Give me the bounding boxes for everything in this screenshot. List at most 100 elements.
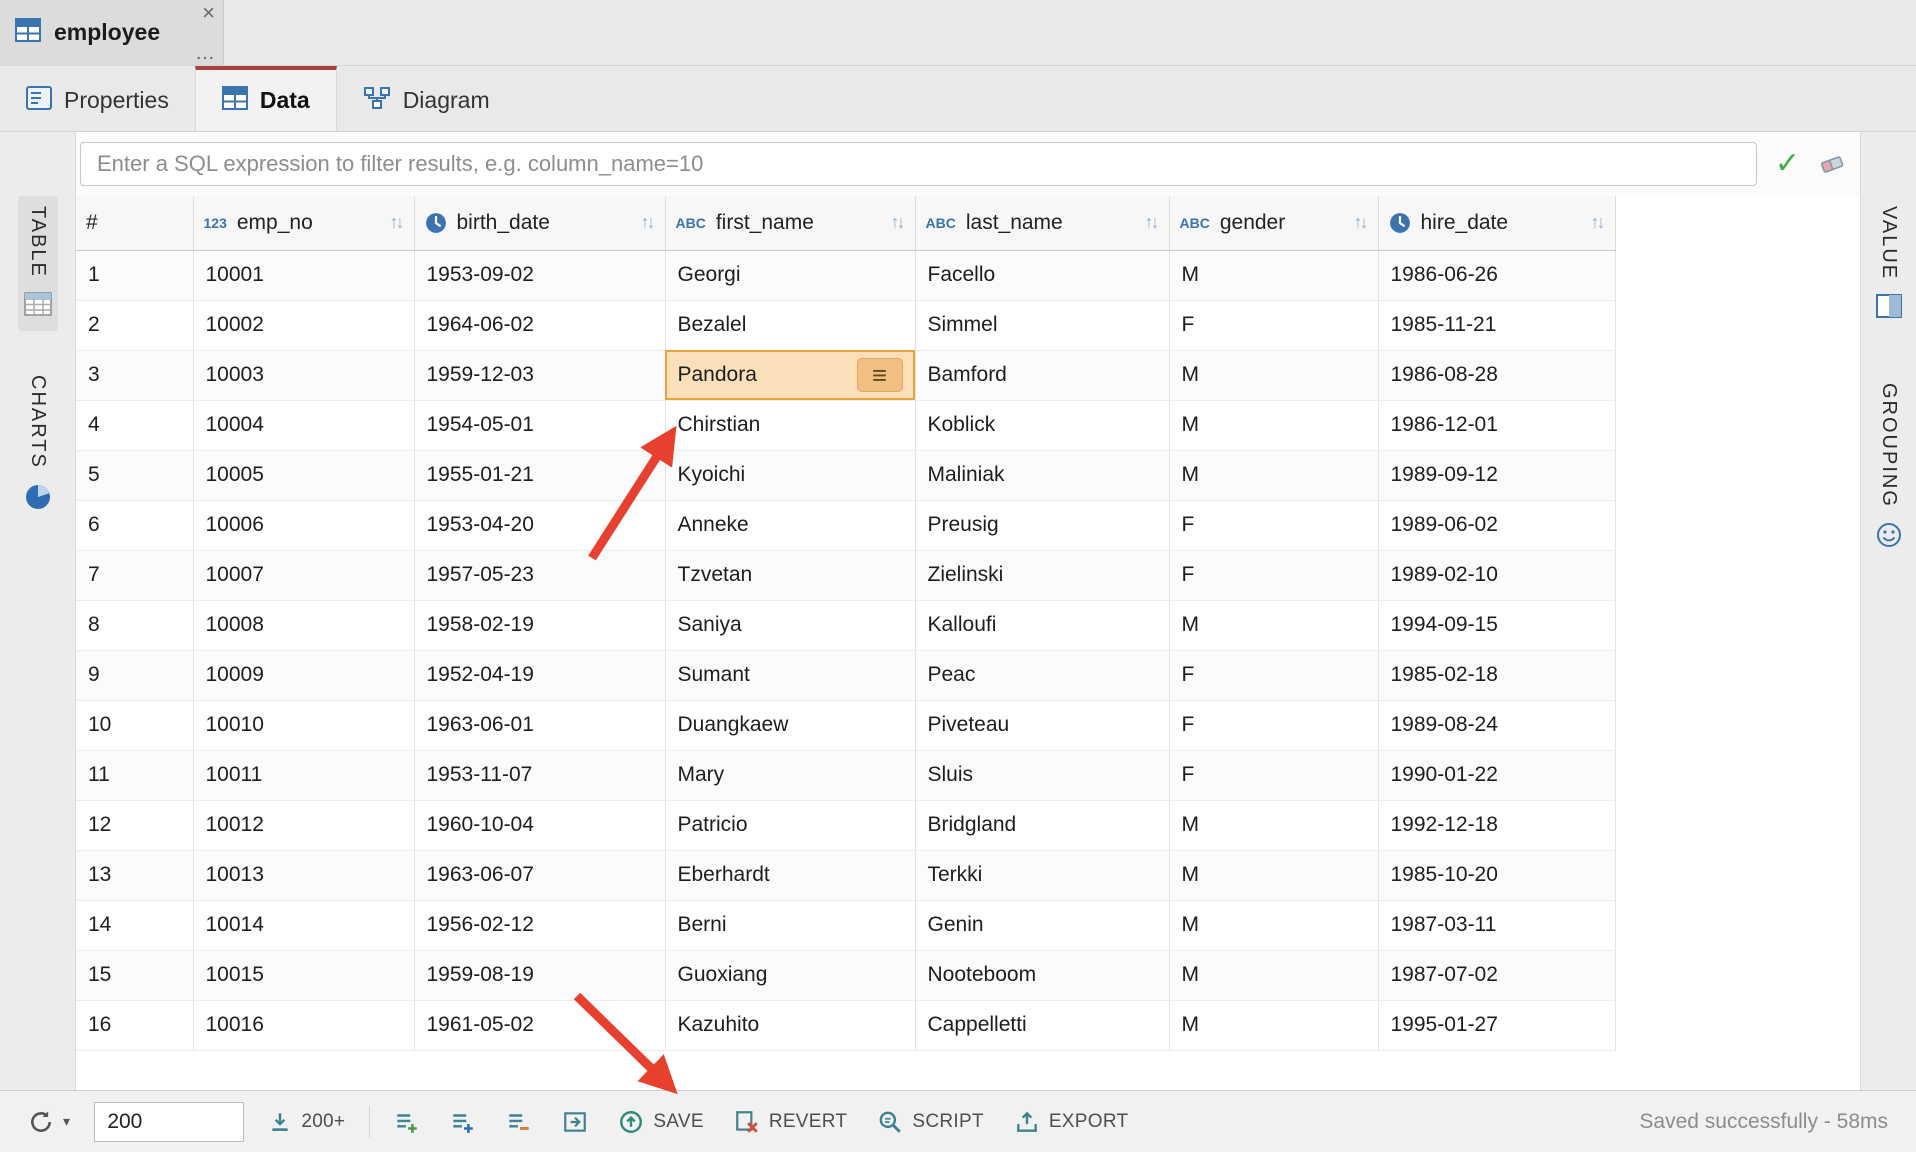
clear-filter-eraser-icon[interactable] [1818, 152, 1846, 176]
revert-button[interactable]: REVERT [728, 1105, 854, 1139]
table-cell[interactable]: Peac [915, 650, 1169, 700]
row-number-cell[interactable]: 5 [76, 450, 193, 500]
table-cell[interactable]: M [1169, 1000, 1378, 1050]
panel-tab-charts[interactable]: CHARTS [18, 365, 58, 526]
table-cell[interactable]: M [1169, 450, 1378, 500]
row-number-cell[interactable]: 2 [76, 300, 193, 350]
table-cell[interactable]: Maliniak [915, 450, 1169, 500]
table-cell[interactable]: Simmel [915, 300, 1169, 350]
table-cell[interactable]: Facello [915, 250, 1169, 300]
table-cell[interactable]: F [1169, 500, 1378, 550]
table-cell[interactable]: 1958-02-19 [414, 600, 665, 650]
refresh-dropdown-button[interactable]: ▾ [22, 1105, 76, 1139]
table-cell[interactable]: 1956-02-12 [414, 900, 665, 950]
fetch-size-input[interactable] [94, 1102, 244, 1142]
table-cell[interactable]: 1987-07-02 [1378, 950, 1615, 1000]
table-cell[interactable]: 10002 [193, 300, 414, 350]
table-cell[interactable]: 10014 [193, 900, 414, 950]
table-cell[interactable]: M [1169, 850, 1378, 900]
panel-tab-grouping[interactable]: GROUPING [1870, 373, 1908, 563]
table-cell[interactable]: 1986-06-26 [1378, 250, 1615, 300]
table-cell[interactable]: F [1169, 700, 1378, 750]
row-number-cell[interactable]: 16 [76, 1000, 193, 1050]
table-cell[interactable]: Duangkaew [665, 700, 915, 750]
table-cell[interactable]: Zielinski [915, 550, 1169, 600]
table-cell[interactable]: 10004 [193, 400, 414, 450]
row-number-cell[interactable]: 11 [76, 750, 193, 800]
column-header-rownum[interactable]: # [76, 196, 193, 250]
sort-icon[interactable]: ↑↓ [1354, 212, 1368, 233]
sort-icon[interactable]: ↑↓ [1591, 212, 1605, 233]
table-cell[interactable]: 10007 [193, 550, 414, 600]
column-header-gender[interactable]: ABCgender↑↓ [1169, 196, 1378, 250]
table-cell[interactable]: M [1169, 900, 1378, 950]
row-number-cell[interactable]: 6 [76, 500, 193, 550]
delete-row-button[interactable] [500, 1106, 538, 1138]
table-cell[interactable]: 1995-01-27 [1378, 1000, 1615, 1050]
table-cell[interactable]: 1989-09-12 [1378, 450, 1615, 500]
table-cell[interactable]: 10001 [193, 250, 414, 300]
table-cell[interactable]: Kalloufi [915, 600, 1169, 650]
script-button[interactable]: SCRIPT [871, 1105, 989, 1139]
table-cell[interactable]: Sluis [915, 750, 1169, 800]
table-cell[interactable]: 1992-12-18 [1378, 800, 1615, 850]
table-cell[interactable]: Tzvetan [665, 550, 915, 600]
column-header-emp_no[interactable]: 123emp_no↑↓ [193, 196, 414, 250]
table-cell[interactable]: 1957-05-23 [414, 550, 665, 600]
tab-overflow-icon[interactable]: … [195, 43, 215, 63]
row-number-cell[interactable]: 13 [76, 850, 193, 900]
table-cell[interactable]: 1961-05-02 [414, 1000, 665, 1050]
table-cell[interactable]: M [1169, 800, 1378, 850]
table-cell[interactable]: 1985-02-18 [1378, 650, 1615, 700]
row-number-cell[interactable]: 4 [76, 400, 193, 450]
selected-cell[interactable]: Pandora≡ [665, 350, 915, 400]
table-cell[interactable]: 1990-01-22 [1378, 750, 1615, 800]
table-cell[interactable]: Georgi [665, 250, 915, 300]
table-cell[interactable]: 1964-06-02 [414, 300, 665, 350]
table-cell[interactable]: 1953-11-07 [414, 750, 665, 800]
table-cell[interactable]: 10006 [193, 500, 414, 550]
table-cell[interactable]: Saniya [665, 600, 915, 650]
table-cell[interactable]: 1994-09-15 [1378, 600, 1615, 650]
table-cell[interactable]: 1963-06-07 [414, 850, 665, 900]
table-cell[interactable]: Kyoichi [665, 450, 915, 500]
duplicate-row-button[interactable] [444, 1106, 482, 1138]
tab-properties[interactable]: Properties [0, 66, 195, 131]
sort-icon[interactable]: ↑↓ [1145, 212, 1159, 233]
column-header-first_name[interactable]: ABCfirst_name↑↓ [665, 196, 915, 250]
table-cell[interactable]: Terkki [915, 850, 1169, 900]
doc-tab-employee[interactable]: employee × … [0, 0, 224, 65]
tab-data[interactable]: Data [195, 66, 337, 131]
table-cell[interactable]: 10008 [193, 600, 414, 650]
table-cell[interactable]: Preusig [915, 500, 1169, 550]
table-cell[interactable]: 1986-12-01 [1378, 400, 1615, 450]
column-header-hire_date[interactable]: hire_date↑↓ [1378, 196, 1615, 250]
row-number-cell[interactable]: 8 [76, 600, 193, 650]
table-cell[interactable]: 10005 [193, 450, 414, 500]
table-cell[interactable]: Anneke [665, 500, 915, 550]
table-cell[interactable]: Mary [665, 750, 915, 800]
table-cell[interactable]: M [1169, 400, 1378, 450]
table-cell[interactable]: 1989-02-10 [1378, 550, 1615, 600]
tab-diagram[interactable]: Diagram [337, 66, 516, 131]
table-cell[interactable]: 1959-08-19 [414, 950, 665, 1000]
table-cell[interactable]: M [1169, 350, 1378, 400]
table-cell[interactable]: 1985-11-21 [1378, 300, 1615, 350]
table-cell[interactable]: F [1169, 750, 1378, 800]
table-cell[interactable]: 10016 [193, 1000, 414, 1050]
table-cell[interactable]: M [1169, 250, 1378, 300]
cell-menu-icon[interactable]: ≡ [857, 358, 903, 392]
table-cell[interactable]: Koblick [915, 400, 1169, 450]
table-cell[interactable]: 1987-03-11 [1378, 900, 1615, 950]
table-cell[interactable]: 10012 [193, 800, 414, 850]
save-button[interactable]: SAVE [612, 1105, 709, 1139]
table-cell[interactable]: 1985-10-20 [1378, 850, 1615, 900]
table-cell[interactable]: 1986-08-28 [1378, 350, 1615, 400]
table-cell[interactable]: 1989-06-02 [1378, 500, 1615, 550]
sql-filter-input[interactable] [80, 142, 1757, 186]
table-cell[interactable]: 10003 [193, 350, 414, 400]
row-number-cell[interactable]: 9 [76, 650, 193, 700]
table-cell[interactable]: Kazuhito [665, 1000, 915, 1050]
table-cell[interactable]: F [1169, 650, 1378, 700]
apply-filter-check-icon[interactable]: ✓ [1775, 149, 1800, 179]
